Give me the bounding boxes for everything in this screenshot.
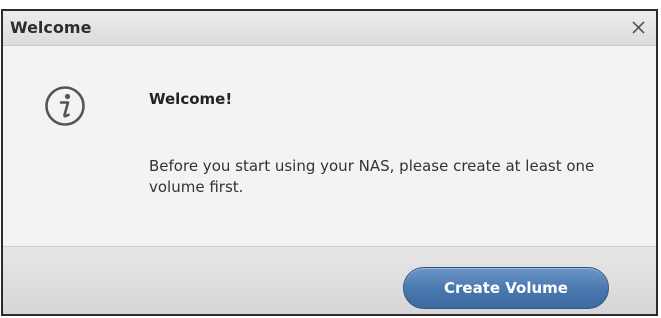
welcome-dialog: Welcome Welcome! Before you start using …	[1, 9, 658, 316]
dialog-body: Welcome! Before you start using your NAS…	[3, 46, 656, 246]
create-volume-button[interactable]: Create Volume	[403, 267, 609, 309]
dialog-title: Welcome	[10, 18, 92, 37]
info-icon	[44, 85, 86, 127]
dialog-footer: Create Volume	[3, 246, 656, 314]
dialog-titlebar: Welcome	[3, 11, 656, 46]
welcome-message: Before you start using your NAS, please …	[149, 157, 595, 196]
welcome-heading: Welcome!	[149, 90, 233, 108]
close-icon[interactable]	[628, 15, 650, 39]
